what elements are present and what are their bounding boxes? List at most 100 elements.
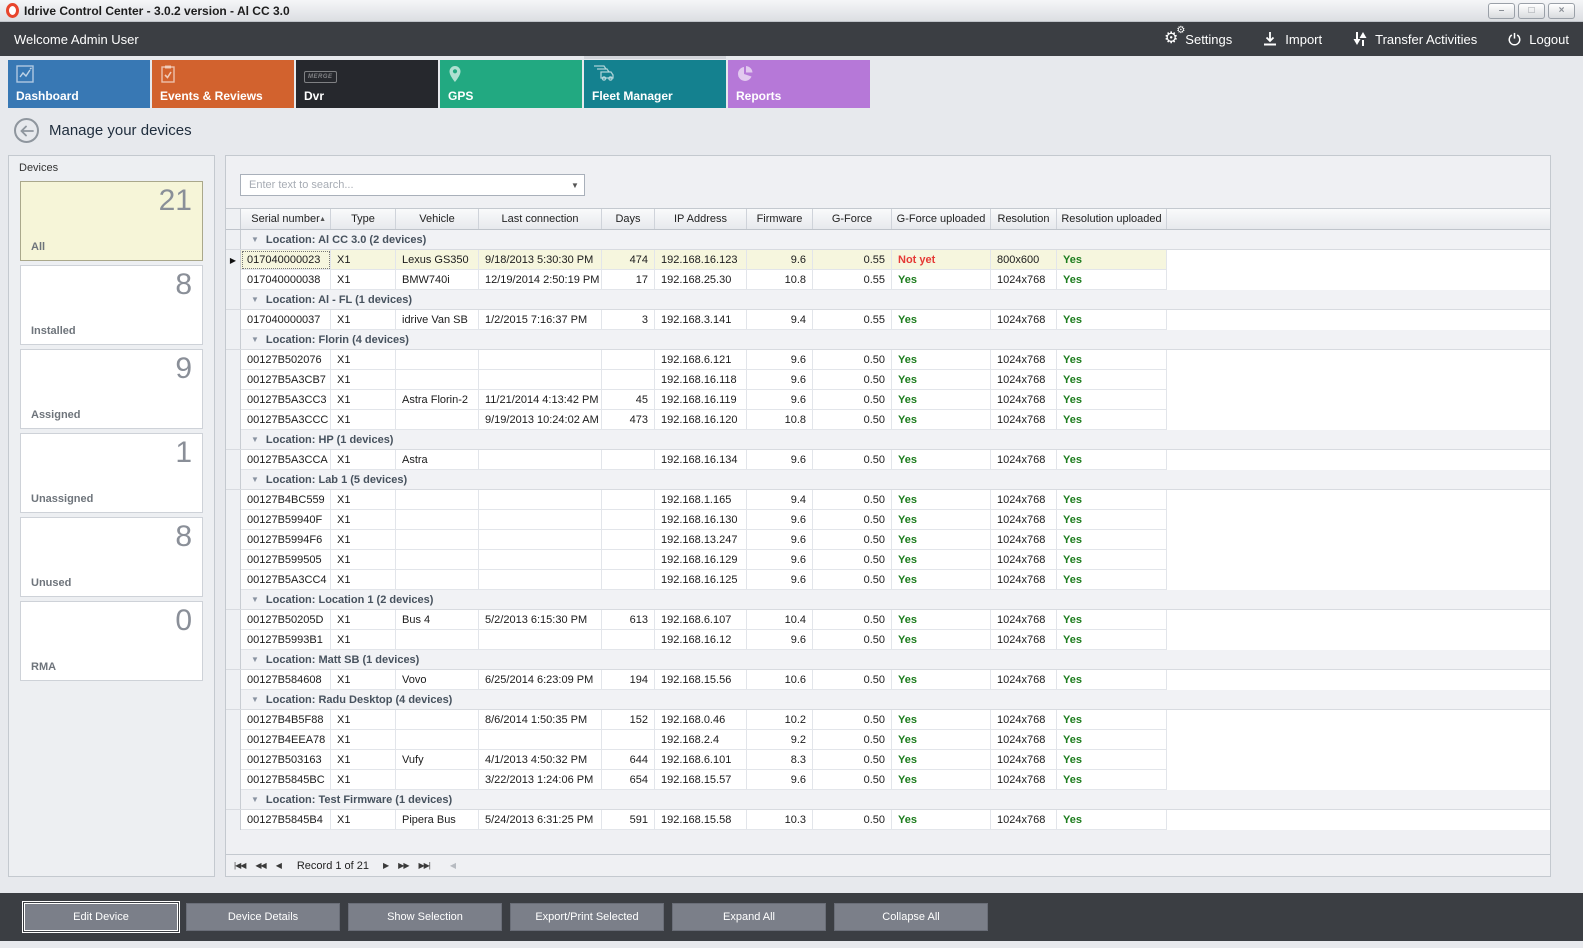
device-row[interactable]: 00127B4BC559X1192.168.1.1659.40.50Yes102… (226, 490, 1550, 510)
device-row[interactable]: 00127B5994F6X1192.168.13.2479.60.50Yes10… (226, 530, 1550, 550)
tab-reports[interactable]: Reports (728, 60, 870, 108)
export-print-selected-button[interactable]: Export/Print Selected (510, 903, 664, 931)
pager-last-button[interactable]: ▶▶| (418, 861, 429, 870)
top-toolbar: Welcome Admin User ⚙⚙SettingsImportTrans… (0, 22, 1583, 56)
tab-dvr[interactable]: MERGEDvr (296, 60, 438, 108)
filter-card-installed[interactable]: 8Installed (20, 265, 203, 345)
collapse-icon[interactable]: ▼ (251, 695, 259, 704)
device-row[interactable]: 00127B5A3CCCX19/19/2013 10:24:02 AM47319… (226, 410, 1550, 430)
toolbar-transfer-activities-button[interactable]: Transfer Activities (1352, 31, 1477, 47)
row-filler (1167, 610, 1550, 630)
column-header-ip-address[interactable]: IP Address (655, 209, 747, 229)
minimize-button[interactable]: – (1488, 3, 1515, 19)
back-button[interactable] (14, 118, 39, 143)
device-row[interactable]: ▶017040000023X1Lexus GS3509/18/2013 5:30… (226, 250, 1550, 270)
device-row[interactable]: 00127B599505X1192.168.16.1299.60.50Yes10… (226, 550, 1550, 570)
pager-next-button[interactable]: ▶ (383, 861, 388, 870)
expand-all-button[interactable]: Expand All (672, 903, 826, 931)
collapse-all-button[interactable]: Collapse All (834, 903, 988, 931)
row-indicator-cell (226, 710, 241, 730)
device-row[interactable]: 00127B5845B4X1Pipera Bus5/24/2013 6:31:2… (226, 810, 1550, 830)
pager-first-button[interactable]: |◀◀ (234, 861, 245, 870)
filter-card-assigned[interactable]: 9Assigned (20, 349, 203, 429)
device-row[interactable]: 00127B5A3CCAX1Astra192.168.16.1349.60.50… (226, 450, 1550, 470)
device-details-button[interactable]: Device Details (186, 903, 340, 931)
column-header-firmware[interactable]: Firmware (747, 209, 813, 229)
column-header-vehicle[interactable]: Vehicle (396, 209, 479, 229)
cell-serial-number: 00127B5A3CCA (241, 450, 331, 470)
column-header-type[interactable]: Type (331, 209, 396, 229)
column-header-last-connection[interactable]: Last connection (479, 209, 602, 229)
group-row[interactable]: ▼Location: HP (1 devices) (226, 430, 1550, 450)
device-row[interactable]: 00127B5A3CC3X1Astra Florin-211/21/2014 4… (226, 390, 1550, 410)
search-dropdown-icon[interactable]: ▼ (566, 181, 584, 190)
filter-card-unassigned[interactable]: 1Unassigned (20, 433, 203, 513)
collapse-icon[interactable]: ▼ (251, 335, 259, 344)
column-header-resolution-uploaded[interactable]: Resolution uploaded (1057, 209, 1167, 229)
device-row[interactable]: 00127B5A3CC4X1192.168.16.1259.60.50Yes10… (226, 570, 1550, 590)
device-row[interactable]: 00127B584608X1Vovo6/25/2014 6:23:09 PM19… (226, 670, 1550, 690)
group-row[interactable]: ▼Location: Al CC 3.0 (2 devices) (226, 230, 1550, 250)
device-row[interactable]: 00127B5A3CB7X1192.168.16.1189.60.50Yes10… (226, 370, 1550, 390)
filter-card-unused[interactable]: 8Unused (20, 517, 203, 597)
collapse-icon[interactable]: ▼ (251, 435, 259, 444)
device-row[interactable]: 00127B502076X1192.168.6.1219.60.50Yes102… (226, 350, 1550, 370)
device-row[interactable]: 00127B50205DX1Bus 45/2/2013 6:15:30 PM61… (226, 610, 1550, 630)
device-row[interactable]: 017040000038X1BMW740i12/19/2014 2:50:19 … (226, 270, 1550, 290)
pager-next-page-button[interactable]: ▶▶ (398, 861, 408, 870)
column-header-resolution[interactable]: Resolution (991, 209, 1057, 229)
device-row[interactable]: 00127B4B5F88X18/6/2014 1:50:35 PM152192.… (226, 710, 1550, 730)
device-row[interactable]: 00127B5993B1X1192.168.16.129.60.50Yes102… (226, 630, 1550, 650)
filter-card-rma[interactable]: 0RMA (20, 601, 203, 681)
collapse-icon[interactable]: ▼ (251, 595, 259, 604)
group-row[interactable]: ▼Location: Al - FL (1 devices) (226, 290, 1550, 310)
cell-ip-address: 192.168.0.46 (655, 710, 747, 730)
group-row[interactable]: ▼Location: Radu Desktop (4 devices) (226, 690, 1550, 710)
toolbar-settings-button[interactable]: ⚙⚙Settings (1164, 31, 1232, 47)
column-header-serial-number[interactable]: Serial number▲ (241, 209, 331, 229)
group-row[interactable]: ▼Location: Florin (4 devices) (226, 330, 1550, 350)
tab-events-reviews[interactable]: Events & Reviews (152, 60, 294, 108)
column-header-days[interactable]: Days (602, 209, 655, 229)
cell-resolution: 1024x768 (991, 630, 1057, 650)
show-selection-button[interactable]: Show Selection (348, 903, 502, 931)
search-input[interactable] (241, 179, 566, 191)
device-row[interactable]: 00127B59940FX1192.168.16.1309.60.50Yes10… (226, 510, 1550, 530)
column-header-g-force-uploaded[interactable]: G-Force uploaded (892, 209, 991, 229)
hscroll-left-icon[interactable]: ◀ (450, 861, 456, 870)
device-row[interactable]: 00127B503163X1Vufy4/1/2013 4:50:32 PM644… (226, 750, 1550, 770)
device-row[interactable]: 017040000037X1idrive Van SB1/2/2015 7:16… (226, 310, 1550, 330)
cell-resolution: 800x600 (991, 250, 1057, 270)
device-row[interactable]: 00127B4EEA78X1192.168.2.49.20.50Yes1024x… (226, 730, 1550, 750)
tab-dashboard[interactable]: Dashboard (8, 60, 150, 108)
collapse-icon[interactable]: ▼ (251, 235, 259, 244)
tab-fleet-manager[interactable]: Fleet Manager (584, 60, 726, 108)
group-row[interactable]: ▼Location: Test Firmware (1 devices) (226, 790, 1550, 810)
pager-prev-page-button[interactable]: ◀◀ (255, 861, 265, 870)
cell-type: X1 (331, 370, 396, 390)
group-row[interactable]: ▼Location: Matt SB (1 devices) (226, 650, 1550, 670)
collapse-icon[interactable]: ▼ (251, 475, 259, 484)
row-filler (1167, 390, 1550, 410)
cell-firmware: 10.4 (747, 610, 813, 630)
column-header-g-force[interactable]: G-Force (813, 209, 892, 229)
collapse-icon[interactable]: ▼ (251, 655, 259, 664)
cell-firmware: 9.2 (747, 730, 813, 750)
collapse-icon[interactable]: ▼ (251, 795, 259, 804)
close-button[interactable]: × (1548, 3, 1575, 19)
pager-prev-button[interactable]: ◀ (276, 861, 281, 870)
group-row[interactable]: ▼Location: Location 1 (2 devices) (226, 590, 1550, 610)
maximize-button[interactable]: □ (1518, 3, 1545, 19)
cell-g-force-uploaded: Yes (892, 530, 991, 550)
collapse-icon[interactable]: ▼ (251, 295, 259, 304)
edit-device-button[interactable]: Edit Device (24, 903, 178, 931)
toolbar-logout-button[interactable]: Logout (1507, 32, 1569, 47)
group-row[interactable]: ▼Location: Lab 1 (5 devices) (226, 470, 1550, 490)
toolbar-import-button[interactable]: Import (1262, 31, 1322, 47)
cell-g-force-uploaded: Yes (892, 750, 991, 770)
tab-gps[interactable]: GPS (440, 60, 582, 108)
device-row[interactable]: 00127B5845BCX13/22/2013 1:24:06 PM654192… (226, 770, 1550, 790)
cell-last-connection (479, 530, 602, 550)
filter-card-all[interactable]: 21All (20, 181, 203, 261)
column-header-label: G-Force uploaded (897, 213, 986, 225)
